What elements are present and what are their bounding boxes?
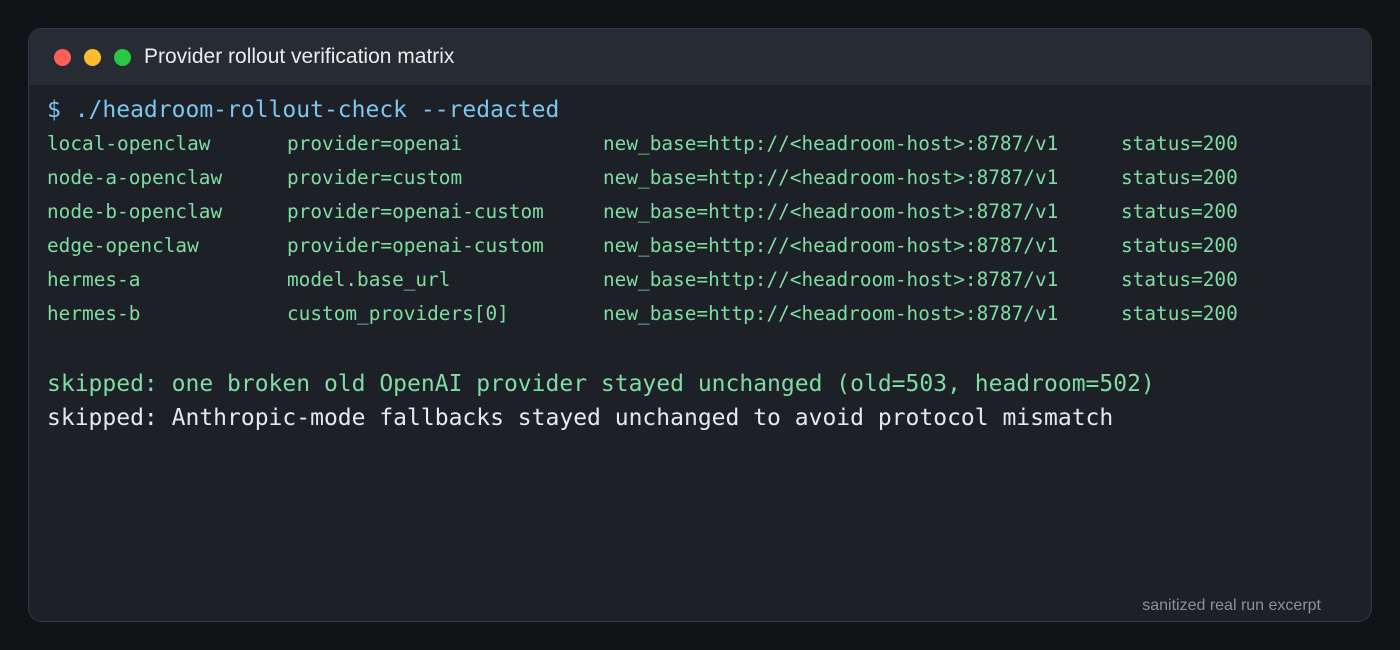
row-base: new_base=http://<headroom-host>:8787/v1 bbox=[603, 268, 1059, 291]
result-row: node-a-openclaw provider=custom new_base… bbox=[47, 161, 1353, 195]
command-line: $ ./headroom-rollout-check --redacted bbox=[47, 97, 560, 123]
row-status: status=200 bbox=[1121, 200, 1238, 223]
window-title: Provider rollout verification matrix bbox=[144, 45, 455, 68]
row-base: new_base=http://<headroom-host>:8787/v1 bbox=[603, 200, 1059, 223]
row-provider: provider=custom bbox=[287, 166, 463, 189]
row-status: status=200 bbox=[1121, 302, 1238, 325]
row-base: new_base=http://<headroom-host>:8787/v1 bbox=[603, 234, 1059, 257]
terminal-output: $ ./headroom-rollout-check --redacted lo… bbox=[47, 95, 1353, 435]
maximize-window-icon[interactable] bbox=[114, 48, 131, 66]
result-row: hermes-b custom_providers[0] new_base=ht… bbox=[47, 297, 1353, 331]
row-name: edge-openclaw bbox=[47, 234, 199, 257]
result-table: local-openclaw provider=openai new_base=… bbox=[47, 127, 1353, 331]
row-status: status=200 bbox=[1121, 132, 1238, 155]
row-base: new_base=http://<headroom-host>:8787/v1 bbox=[603, 132, 1059, 155]
row-status: status=200 bbox=[1121, 234, 1238, 257]
row-provider: custom_providers[0] bbox=[287, 302, 509, 325]
footer-caption: sanitized real run excerpt bbox=[1142, 597, 1321, 614]
row-status: status=200 bbox=[1121, 166, 1238, 189]
row-name: node-b-openclaw bbox=[47, 200, 223, 223]
row-provider: provider=openai bbox=[287, 132, 463, 155]
skipped-line-anthropic: skipped: Anthropic-mode fallbacks stayed… bbox=[47, 405, 1114, 431]
row-base: new_base=http://<headroom-host>:8787/v1 bbox=[603, 166, 1059, 189]
row-provider: provider=openai-custom bbox=[287, 234, 544, 257]
result-row: local-openclaw provider=openai new_base=… bbox=[47, 127, 1353, 161]
row-provider: provider=openai-custom bbox=[287, 200, 544, 223]
row-name: local-openclaw bbox=[47, 132, 211, 155]
row-name: hermes-a bbox=[47, 268, 141, 291]
row-base: new_base=http://<headroom-host>:8787/v1 bbox=[603, 302, 1059, 325]
row-status: status=200 bbox=[1121, 268, 1238, 291]
row-name: hermes-b bbox=[47, 302, 141, 325]
minimize-window-icon[interactable] bbox=[84, 48, 101, 66]
result-row: edge-openclaw provider=openai-custom new… bbox=[47, 229, 1353, 263]
row-name: node-a-openclaw bbox=[47, 166, 223, 189]
skipped-line-openai: skipped: one broken old OpenAI provider … bbox=[47, 371, 1155, 397]
row-provider: model.base_url bbox=[287, 268, 451, 291]
title-bar: Provider rollout verification matrix bbox=[29, 29, 1371, 85]
result-row: hermes-a model.base_url new_base=http://… bbox=[47, 263, 1353, 297]
result-row: node-b-openclaw provider=openai-custom n… bbox=[47, 195, 1353, 229]
close-window-icon[interactable] bbox=[54, 48, 71, 66]
terminal-window: Provider rollout verification matrix $ .… bbox=[28, 28, 1372, 622]
